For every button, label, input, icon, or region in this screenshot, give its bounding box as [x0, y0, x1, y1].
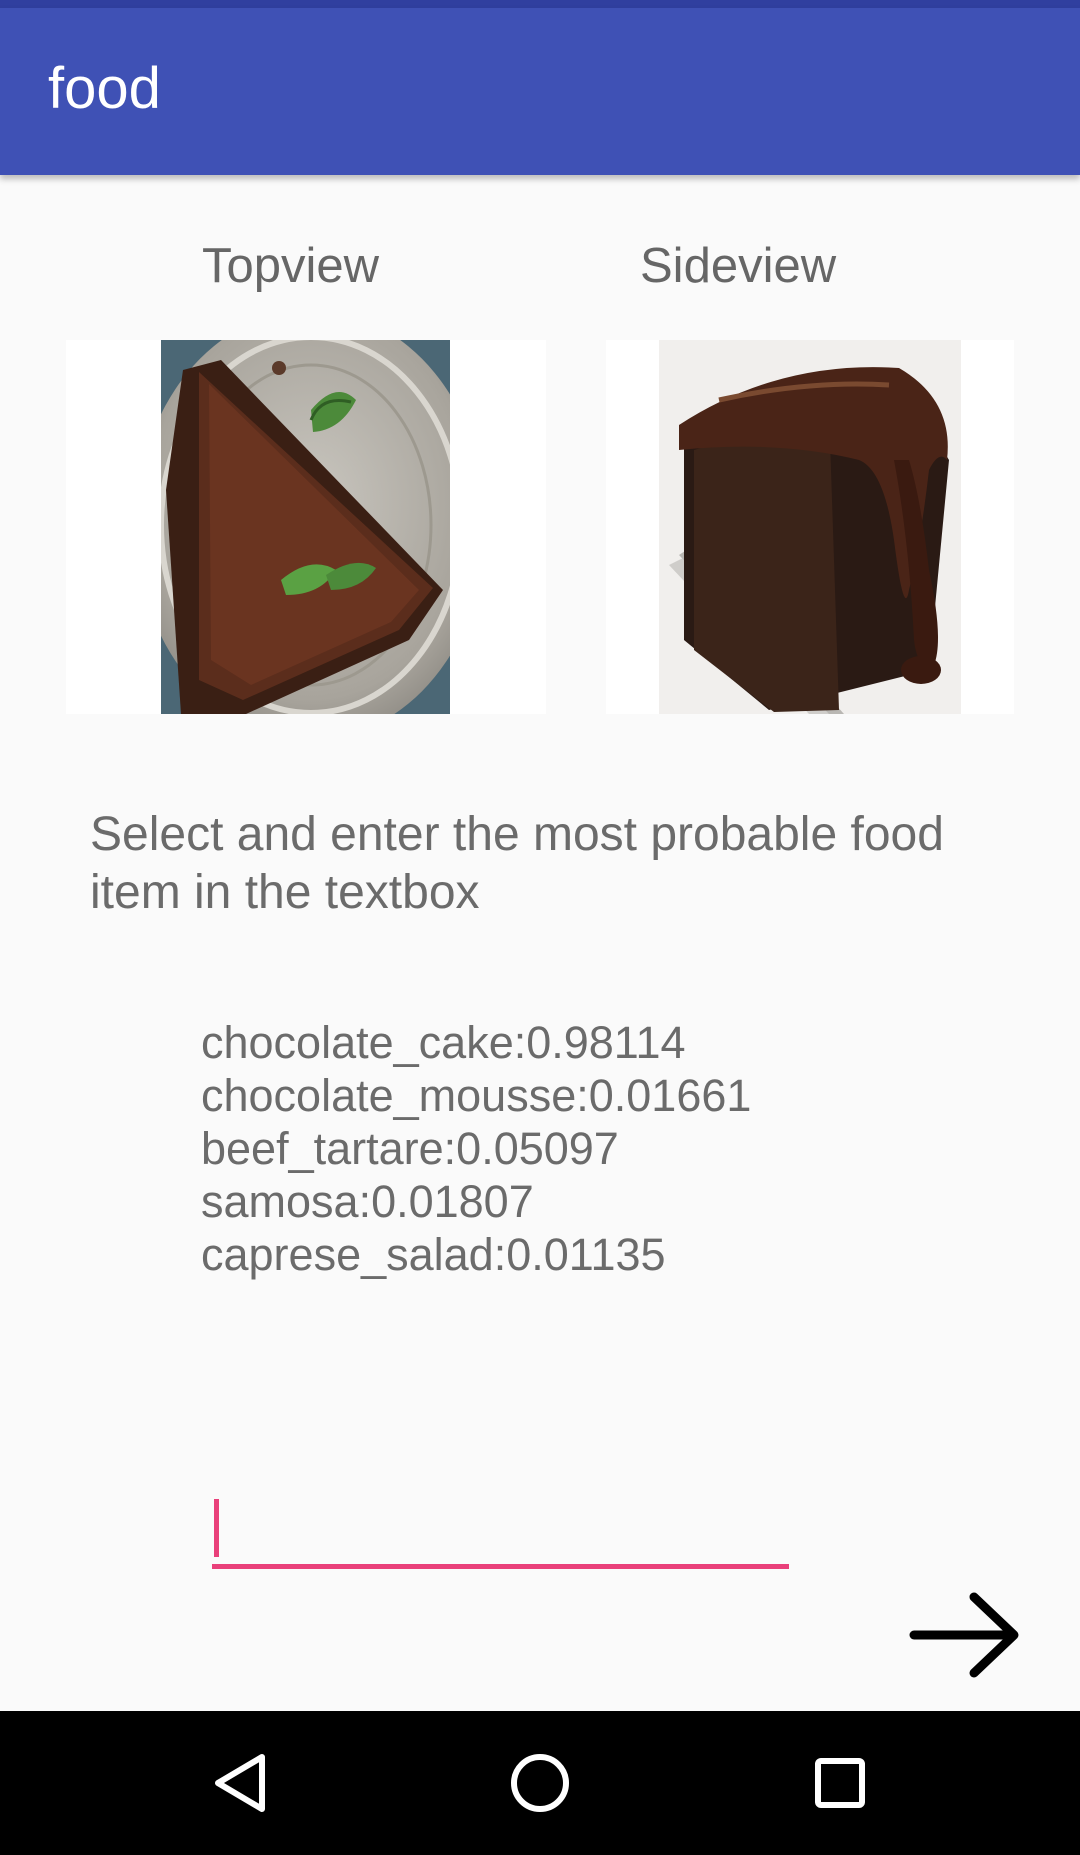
topview-label: Topview: [202, 239, 380, 293]
prediction-item: beef_tartare:0.05097: [201, 1123, 619, 1174]
recents-button[interactable]: [790, 1733, 890, 1833]
arrow-right-icon: [909, 1592, 1019, 1678]
prediction-item: chocolate_mousse:0.01661: [201, 1070, 752, 1121]
input-underline: [212, 1564, 789, 1569]
predictions-list: chocolate_cake:0.98114 chocolate_mousse:…: [201, 1016, 751, 1281]
home-circle-icon: [511, 1754, 569, 1812]
app-title: food: [48, 56, 161, 121]
next-button[interactable]: [908, 1585, 1028, 1685]
app-bar: food: [0, 8, 1080, 175]
back-triangle-icon: [215, 1754, 265, 1812]
status-bar: [0, 0, 1080, 8]
topview-image: [136, 340, 486, 714]
sideview-image-frame: [606, 340, 1014, 714]
system-nav-bar: [0, 1711, 1080, 1855]
prediction-item: chocolate_cake:0.98114: [201, 1017, 686, 1068]
topview-image-frame: [66, 340, 546, 714]
sideview-image: [659, 340, 961, 714]
back-button[interactable]: [190, 1733, 290, 1833]
prediction-item: caprese_salad:0.01135: [201, 1229, 666, 1280]
instruction-text: Select and enter the most probable food …: [90, 808, 944, 919]
prediction-item: samosa:0.01807: [201, 1176, 534, 1227]
text-cursor: [214, 1499, 219, 1557]
home-button[interactable]: [490, 1733, 590, 1833]
sideview-label: Sideview: [640, 239, 837, 293]
recents-square-icon: [815, 1758, 865, 1808]
food-text-field: [212, 1495, 789, 1571]
food-input[interactable]: [212, 1495, 789, 1565]
